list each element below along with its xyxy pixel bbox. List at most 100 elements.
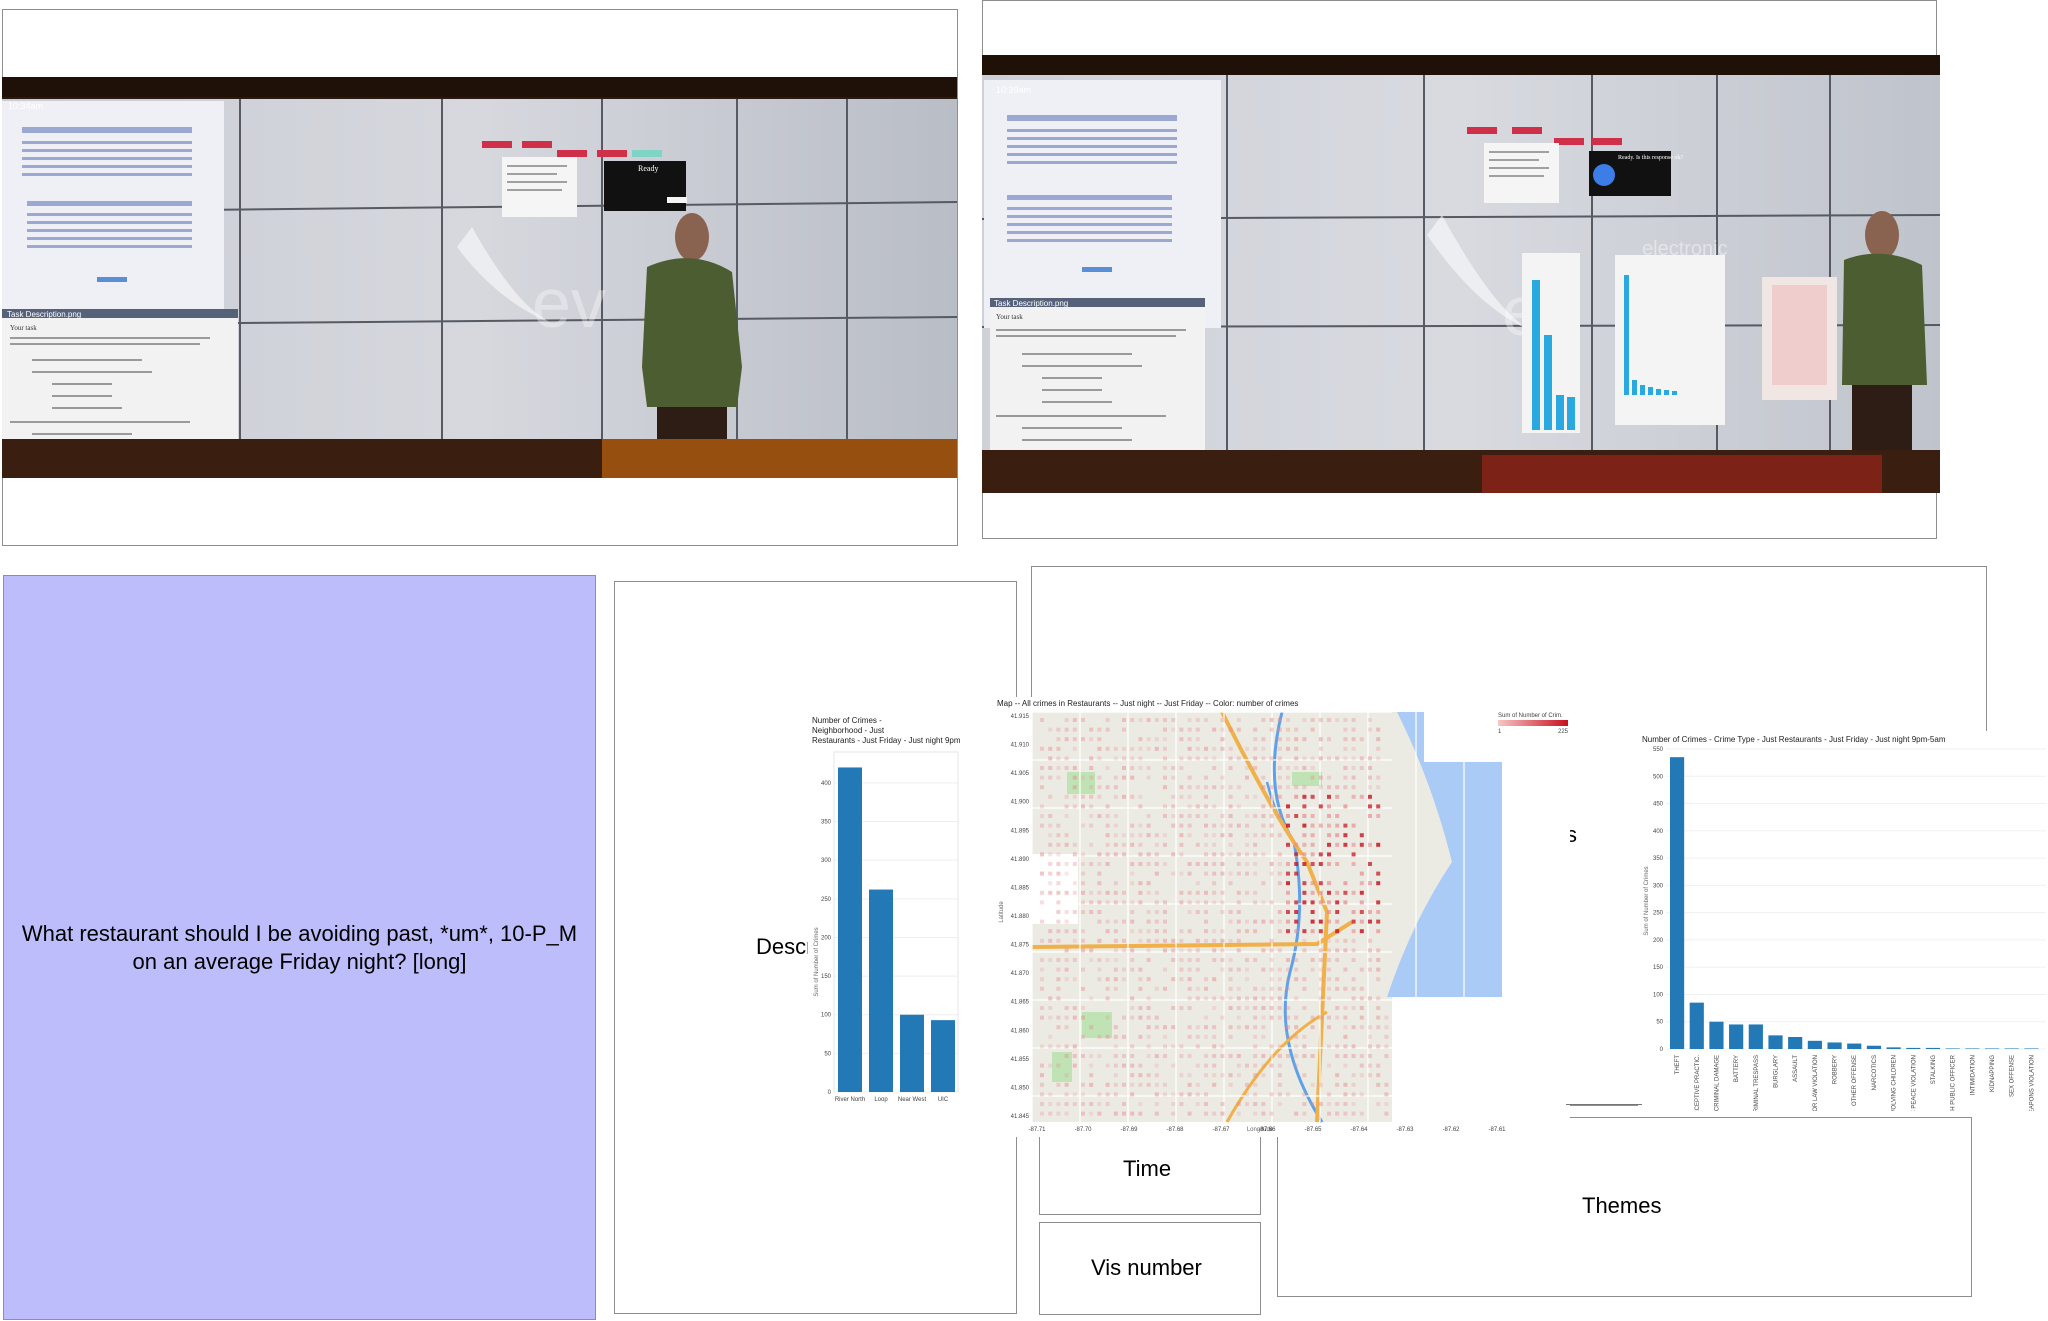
crime-density-cell bbox=[1187, 996, 1192, 1001]
crime-density-cell bbox=[1204, 986, 1208, 991]
crime-density-cell bbox=[1154, 871, 1159, 876]
crime-density-cell bbox=[1081, 1092, 1085, 1097]
crime-density-cell bbox=[1236, 1063, 1241, 1068]
crime-density-cell bbox=[1310, 1082, 1315, 1087]
crime-density-cell bbox=[1122, 1111, 1126, 1116]
crime-density-cell bbox=[1277, 1054, 1282, 1058]
crime-density-cell bbox=[1130, 919, 1135, 924]
crime-density-cell bbox=[1195, 804, 1200, 809]
crime-density-cell bbox=[1179, 737, 1184, 742]
crime-density-cell bbox=[1245, 1063, 1249, 1068]
crime-density-cell bbox=[1187, 1006, 1192, 1010]
crime-density-cell bbox=[1343, 756, 1348, 761]
crime-density-cell bbox=[1294, 1015, 1299, 1020]
crime-density-cell bbox=[1335, 794, 1340, 799]
crime-type-y-tick: 500 bbox=[1653, 774, 1664, 780]
crime-density-cell bbox=[1105, 1082, 1110, 1087]
crime-density-cell bbox=[1138, 804, 1143, 809]
crime-density-cell bbox=[1310, 852, 1315, 857]
crime-density-cell bbox=[1286, 958, 1290, 962]
crime-density-cell bbox=[1368, 785, 1372, 790]
crime-density-cell bbox=[1261, 1034, 1266, 1039]
crime-type-y-tick: 50 bbox=[1656, 1020, 1663, 1026]
crime-density-cell bbox=[1376, 842, 1381, 847]
query-card: What restaurant should I be avoiding pas… bbox=[3, 575, 596, 1320]
crime-density-cell bbox=[1245, 842, 1249, 847]
crime-density-cell bbox=[1261, 718, 1266, 722]
crime-density-cell bbox=[1195, 996, 1200, 1001]
crime-density-cell bbox=[1359, 833, 1364, 838]
map-legend-max: 225 bbox=[1558, 729, 1569, 735]
crime-density-cell bbox=[1228, 1006, 1233, 1010]
crime-density-cell bbox=[1302, 833, 1307, 838]
crime-density-cell bbox=[1343, 938, 1348, 943]
crime-density-cell bbox=[1105, 986, 1110, 991]
crime-density-cell bbox=[1286, 785, 1290, 790]
crime-density-cell bbox=[1171, 794, 1176, 799]
crime-density-cell bbox=[1310, 862, 1315, 866]
crime-density-cell bbox=[1261, 1102, 1266, 1106]
crime-density-cell bbox=[1138, 1006, 1143, 1010]
crime-density-cell bbox=[1220, 785, 1225, 790]
crime-density-cell bbox=[1048, 938, 1053, 943]
crime-type-bar bbox=[1886, 1047, 1901, 1049]
crime-density-cell bbox=[1081, 852, 1085, 857]
crime-type-bar bbox=[1768, 1035, 1783, 1049]
crime-density-cell bbox=[1048, 996, 1053, 1001]
crime-density-cell bbox=[1302, 1111, 1307, 1116]
crime-density-cell bbox=[1171, 1111, 1176, 1116]
crime-density-cell bbox=[1269, 919, 1274, 924]
crime-density-cell bbox=[1269, 862, 1274, 866]
crime-density-cell bbox=[1097, 1111, 1102, 1116]
crime-density-cell bbox=[1310, 967, 1315, 972]
crime-density-cell bbox=[1286, 1054, 1290, 1058]
crime-density-cell bbox=[1056, 823, 1061, 828]
crime-density-cell bbox=[1081, 1006, 1085, 1010]
crime-density-cell bbox=[1138, 718, 1143, 722]
crime-density-cell bbox=[1327, 1092, 1331, 1097]
crime-density-cell bbox=[1204, 1111, 1208, 1116]
crime-density-cell bbox=[1204, 756, 1208, 761]
crime-density-cell bbox=[1335, 958, 1340, 962]
crime-density-cell bbox=[1056, 737, 1061, 742]
crime-density-cell bbox=[1343, 890, 1348, 895]
crime-density-cell bbox=[1056, 958, 1061, 962]
crime-density-cell bbox=[1056, 967, 1061, 972]
crime-density-cell bbox=[1056, 938, 1061, 943]
crime-density-cell bbox=[1105, 1015, 1110, 1020]
crime-density-cell bbox=[1359, 871, 1364, 876]
crime-density-cell bbox=[1351, 1054, 1356, 1058]
crime-density-cell bbox=[1245, 833, 1249, 838]
crime-density-cell bbox=[1277, 881, 1282, 886]
crime-density-cell bbox=[1163, 900, 1167, 905]
crime-density-cell bbox=[1089, 1111, 1094, 1116]
crime-density-cell bbox=[1048, 775, 1053, 780]
crime-density-cell bbox=[1368, 996, 1372, 1001]
crime-density-cell bbox=[1113, 948, 1118, 953]
crime-density-cell bbox=[1220, 929, 1225, 934]
crime-density-cell bbox=[1154, 919, 1159, 924]
crime-density-cell bbox=[1113, 919, 1118, 924]
crime-density-cell bbox=[1327, 890, 1331, 895]
crime-density-cell bbox=[1236, 718, 1241, 722]
crime-density-cell bbox=[1327, 967, 1331, 972]
crime-density-cell bbox=[1368, 727, 1372, 732]
crime-density-cell bbox=[1138, 881, 1143, 886]
crime-density-cell bbox=[1368, 756, 1372, 761]
crime-density-cell bbox=[1318, 967, 1323, 972]
crime-density-cell bbox=[1204, 804, 1208, 809]
neighborhood-bar bbox=[869, 889, 893, 1092]
crime-density-cell bbox=[1122, 938, 1126, 943]
crime-density-cell bbox=[1089, 900, 1094, 905]
crime-density-cell bbox=[1146, 1025, 1151, 1030]
crime-type-bar bbox=[1945, 1048, 1960, 1049]
crime-density-cell bbox=[1228, 1034, 1233, 1039]
crime-density-cell bbox=[1359, 1006, 1364, 1010]
crime-density-cell bbox=[1368, 938, 1372, 943]
crime-density-cell bbox=[1269, 823, 1274, 828]
crime-density-cell bbox=[1040, 977, 1044, 982]
crime-density-cell bbox=[1081, 1082, 1085, 1087]
crime-density-cell bbox=[1302, 948, 1307, 953]
crime-density-cell bbox=[1269, 1092, 1274, 1097]
map-y-tick: 41.845 bbox=[1011, 1114, 1030, 1120]
